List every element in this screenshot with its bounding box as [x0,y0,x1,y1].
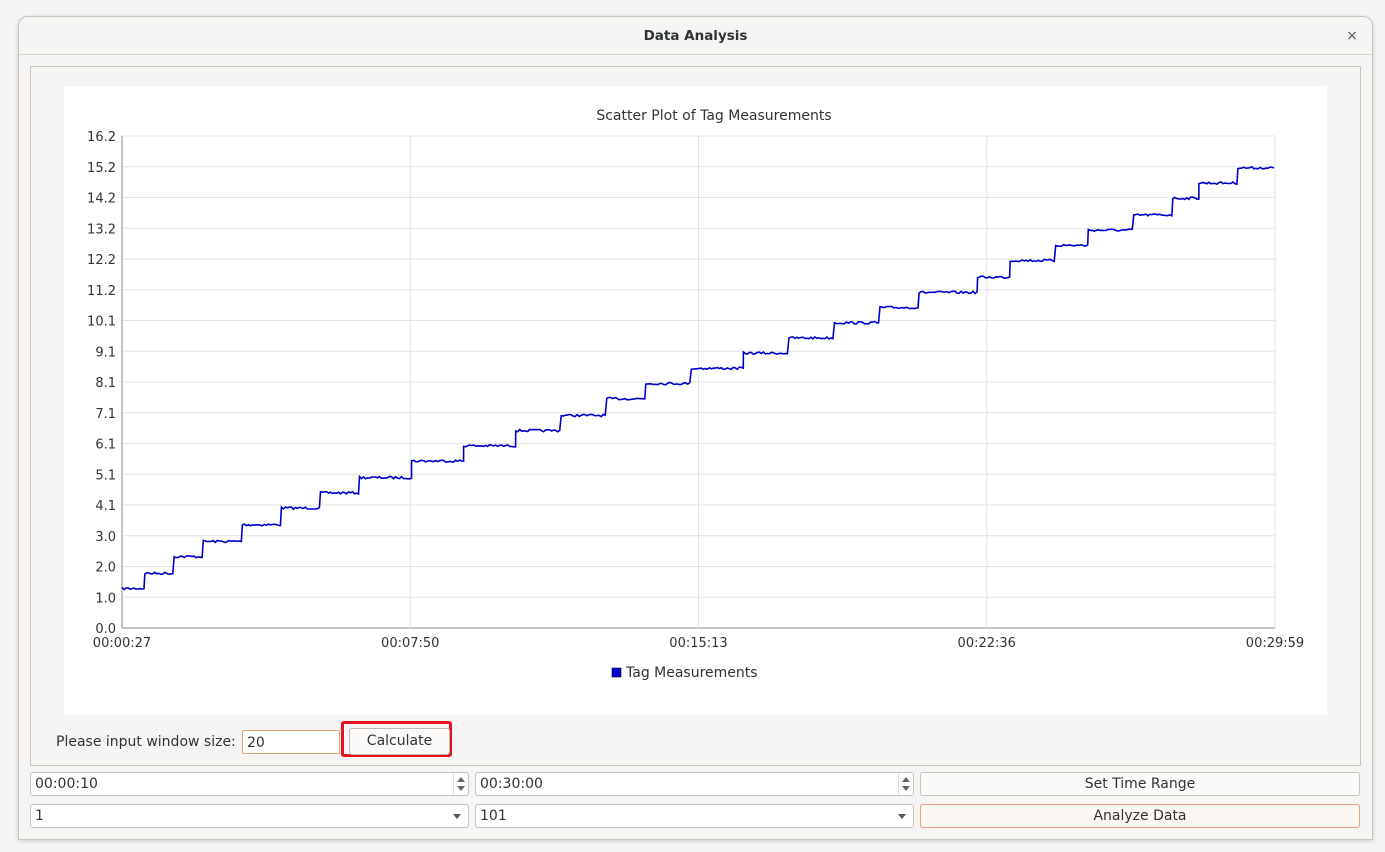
y-tick-label: 3.0 [95,530,116,545]
y-tick-label: 11.2 [87,284,116,299]
y-tick-label: 14.2 [87,192,116,207]
analyze-data-button[interactable]: Analyze Data [920,804,1360,828]
chart-grid [121,135,1276,629]
scatter-chart: Scatter Plot of Tag Measurements 0.0 1.0 2… [64,86,1327,715]
y-tick-label: 2.0 [95,561,116,576]
window-title: Data Analysis [643,28,748,44]
y-tick-label: 0.0 [95,622,116,637]
y-tick-label: 13.2 [87,222,116,237]
window-size-input[interactable]: 20 [242,730,340,754]
combo-box-1[interactable]: 1 [30,804,469,828]
combo-box-2[interactable]: 101 [475,804,914,828]
start-time-value: 00:00:10 [35,776,98,792]
spin-down-icon[interactable] [457,786,465,791]
start-time-spin-buttons[interactable] [453,773,468,795]
y-tick-label: 4.1 [95,499,116,514]
series-line [121,165,1275,591]
spin-up-icon[interactable] [457,777,465,782]
x-tick-label: 00:07:50 [381,636,439,651]
x-tick-label: 00:29:59 [1246,636,1304,651]
combo-box-1-value: 1 [35,808,44,824]
end-time-value: 00:30:00 [480,776,543,792]
chevron-down-icon[interactable] [898,814,906,819]
spin-down-icon[interactable] [902,786,910,791]
legend-label: Tag Measurements [625,665,758,681]
y-tick-label: 5.1 [95,468,116,483]
start-time-spinbox[interactable]: 00:00:10 [30,772,469,796]
y-axis: 0.0 1.0 2.0 3.0 4.1 5.1 6.1 7.1 8.1 9.1 10.1 11.2 12… [87,130,116,637]
combo-box-2-value: 101 [480,808,507,824]
y-tick-label: 8.1 [95,376,116,391]
chevron-down-icon[interactable] [453,814,461,819]
x-tick-label: 00:00:27 [93,636,151,651]
y-tick-label: 7.1 [95,407,116,422]
x-tick-label: 00:22:36 [958,636,1016,651]
chart-title: Scatter Plot of Tag Measurements [596,108,831,124]
set-time-range-button[interactable]: Set Time Range [920,772,1360,796]
y-tick-label: 1.0 [95,591,116,606]
main-panel: Scatter Plot of Tag Measurements 0.0 1.0 2… [30,66,1361,766]
y-tick-label: 10.1 [87,315,116,330]
x-tick-label: 00:15:13 [669,636,727,651]
x-axis: 00:00:27 00:07:50 00:15:13 00:22:36 00:29:59 [93,636,1304,651]
spin-up-icon[interactable] [902,777,910,782]
y-tick-label: 15.2 [87,161,116,176]
y-tick-label: 12.2 [87,253,116,268]
end-time-spin-buttons[interactable] [898,773,913,795]
data-analysis-dialog: Data Analysis × Scatter Plot of Tag Meas… [18,16,1373,840]
series-tag-measurements [121,165,1275,591]
y-tick-label: 9.1 [95,345,116,360]
window-size-label: Please input window size: [56,734,236,750]
legend-marker [611,667,622,678]
y-tick-label: 6.1 [95,438,116,453]
close-icon[interactable]: × [1342,26,1362,46]
chart-svg: Scatter Plot of Tag Measurements 0.0 1.0 2… [87,108,1304,681]
y-tick-label: 16.2 [87,130,116,145]
chart-legend: Tag Measurements [611,665,758,681]
calculate-button[interactable]: Calculate [349,728,450,755]
end-time-spinbox[interactable]: 00:30:00 [475,772,914,796]
title-bar: Data Analysis × [19,17,1372,55]
